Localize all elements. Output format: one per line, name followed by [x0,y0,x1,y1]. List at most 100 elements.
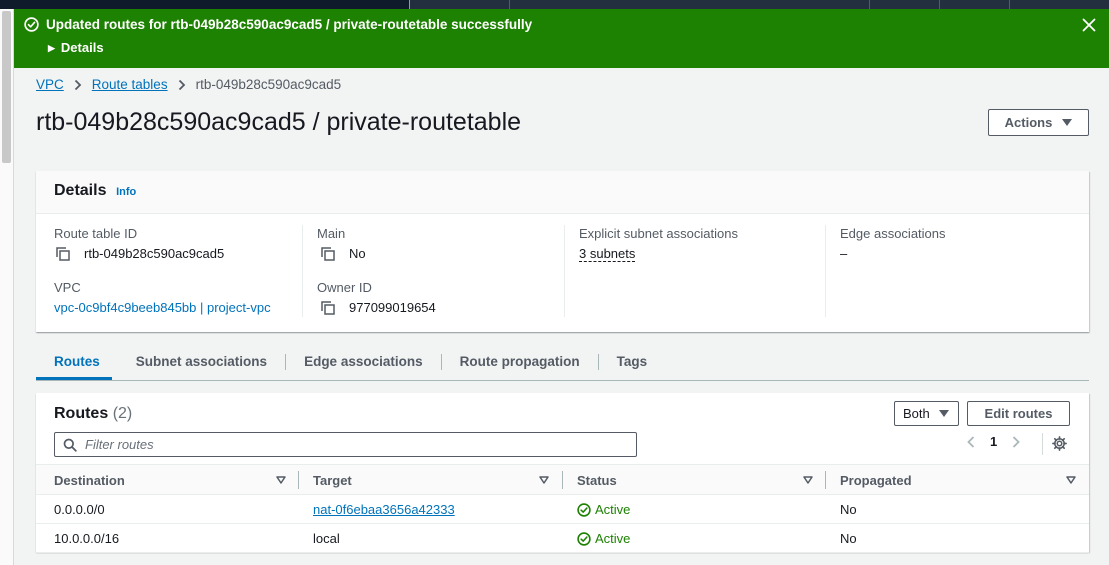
actions-button[interactable]: Actions [988,109,1089,136]
owner-id-value: 977099019654 [321,300,436,315]
route-filter-select-value: Both [903,406,930,421]
routes-table: Destination Target Status Propagated 0.0… [36,464,1089,553]
flash-details-toggle[interactable]: ▶ Details [48,40,104,55]
details-header: Details Info [36,171,1089,214]
filter-routes-field[interactable] [54,432,637,457]
owner-id-text: 977099019654 [349,300,436,315]
copy-icon[interactable] [56,246,70,261]
chevron-left-icon[interactable] [966,435,976,449]
status-text: Active [595,531,631,546]
caret-right-icon: ▶ [48,43,55,53]
info-link[interactable]: Info [116,186,136,198]
vpc-value: vpc-0c9bf4c9beeb845bb | project-vpc [54,300,271,315]
flash-message: Updated routes for rtb-049b28c590ac9cad5… [46,17,533,32]
cell-target: local [313,531,340,546]
routes-title: Routes (2) [54,405,132,423]
cell-destination: 0.0.0.0/0 [54,502,105,517]
table-row[interactable]: 0.0.0.0/0 nat-0f6ebaa3656a42333 Active N… [36,495,1089,524]
pagination: 1 [966,434,1021,449]
breadcrumb-current: rtb-049b28c590ac9cad5 [195,77,342,92]
sort-icon[interactable] [803,476,813,484]
routes-title-text: Routes [54,405,109,422]
edge-associations-value: – [840,246,848,261]
flash-details-label: Details [60,40,104,55]
details-col-2: Main No Owner ID 977099019654 [302,225,564,317]
explicit-subnet-value: 3 subnets [579,246,636,262]
check-circle-icon [577,502,591,517]
vpc-label: VPC [54,280,81,295]
details-col-4: Edge associations – [825,225,1089,317]
gear-icon[interactable] [1052,436,1067,451]
chevron-right-icon[interactable] [1011,435,1021,449]
col-target[interactable]: Target [313,473,352,488]
sort-icon[interactable] [539,476,549,484]
edit-routes-label: Edit routes [984,406,1053,421]
copy-icon[interactable] [321,246,335,261]
sort-icon[interactable] [1066,476,1076,484]
breadcrumb-route-tables[interactable]: Route tables [92,77,168,92]
cell-status: Active [577,502,630,517]
route-table-id-label: Route table ID [54,226,138,241]
breadcrumb: VPC Route tables rtb-049b28c590ac9cad5 [36,77,341,92]
tab-route-propagation[interactable]: Route propagation [442,354,599,370]
browser-tab[interactable] [0,0,410,9]
explicit-subnet-label: Explicit subnet associations [579,226,738,241]
details-heading: Details [54,182,107,199]
target-link[interactable]: nat-0f6ebaa3656a42333 [313,502,455,517]
cell-destination: 10.0.0.0/16 [54,531,120,546]
column-divider [298,471,299,489]
cell-propagated: No [840,531,857,546]
route-filter-select[interactable]: Both [894,401,959,426]
tab-subnet-associations[interactable]: Subnet associations [118,354,287,370]
left-scrollbar[interactable] [0,9,14,565]
close-icon[interactable] [1081,17,1097,33]
breadcrumb-vpc[interactable]: VPC [36,77,64,92]
route-table-id-text: rtb-049b28c590ac9cad5 [84,246,225,261]
browser-tab[interactable] [800,0,870,9]
vpc-link[interactable]: vpc-0c9bf4c9beeb845bb | project-vpc [54,300,271,315]
browser-tab[interactable] [940,0,1010,9]
routes-panel: Routes (2) Both Edit routes 1 Destinatio… [36,393,1089,553]
check-circle-icon [24,17,39,32]
copy-icon[interactable] [321,300,335,315]
route-table-id-value: rtb-049b28c590ac9cad5 [56,246,224,261]
column-divider [562,471,563,489]
cell-propagated: No [840,502,857,517]
col-status[interactable]: Status [577,473,617,488]
owner-id-label: Owner ID [317,280,372,295]
active-tab-indicator [36,377,112,380]
sort-icon[interactable] [276,476,286,484]
success-flash-banner: Updated routes for rtb-049b28c590ac9cad5… [14,9,1109,68]
cell-status: Active [577,531,630,546]
pager-divider [1042,433,1043,455]
table-row[interactable]: 10.0.0.0/16 local Active No [36,524,1089,553]
search-icon [63,438,77,452]
cell-target: nat-0f6ebaa3656a42333 [313,502,455,517]
edge-associations-label: Edge associations [840,226,946,241]
scrollbar-thumb[interactable] [2,11,11,163]
caret-down-icon [938,410,949,417]
col-propagated[interactable]: Propagated [840,473,912,488]
col-destination[interactable]: Destination [54,473,125,488]
explicit-subnet-popover[interactable]: 3 subnets [579,246,636,262]
chevron-right-icon [178,79,185,90]
edit-routes-button[interactable]: Edit routes [967,401,1070,426]
browser-top-strip [0,0,1109,9]
caret-down-icon [1062,119,1073,126]
tab-routes[interactable]: Routes [36,354,118,370]
tab-tags[interactable]: Tags [599,354,666,370]
status-text: Active [595,502,631,517]
tab-bar: Routes Subnet associations Edge associat… [36,344,1089,381]
details-panel: Details Info Route table ID rtb-049b28c5… [36,171,1089,332]
table-header: Destination Target Status Propagated [36,464,1089,495]
main-value: No [321,246,366,261]
browser-tab[interactable] [870,0,940,9]
details-col-1: Route table ID rtb-049b28c590ac9cad5 VPC… [36,225,302,317]
browser-tab[interactable] [410,0,510,9]
tab-edge-associations[interactable]: Edge associations [286,354,442,370]
filter-routes-input[interactable] [85,437,625,452]
chevron-right-icon [74,79,82,90]
column-divider [825,471,826,489]
check-circle-icon [577,531,591,546]
page-number[interactable]: 1 [990,434,997,449]
